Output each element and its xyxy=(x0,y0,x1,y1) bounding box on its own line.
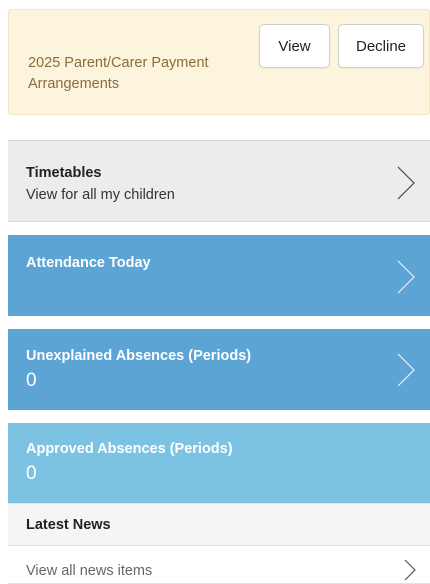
chevron-right-icon xyxy=(397,166,415,200)
decline-button[interactable]: Decline xyxy=(338,24,424,68)
latest-news-header: Latest News xyxy=(8,503,430,546)
approved-title: Approved Absences (Periods) xyxy=(26,441,233,457)
view-all-news-link[interactable]: View all news items xyxy=(8,546,430,584)
attendance-title: Attendance Today xyxy=(26,255,151,271)
chevron-right-icon xyxy=(397,353,415,387)
timetables-tile[interactable]: Timetables View for all my children xyxy=(8,140,430,222)
unexplained-title: Unexplained Absences (Periods) xyxy=(26,348,252,364)
approved-count: 0 xyxy=(26,463,37,484)
view-all-news-label: View all news items xyxy=(26,563,153,579)
timetables-title: Timetables xyxy=(26,165,102,181)
view-button[interactable]: View xyxy=(259,24,330,68)
unexplained-count: 0 xyxy=(26,370,37,391)
latest-news-title: Latest News xyxy=(26,517,111,533)
attendance-today-tile[interactable]: Attendance Today xyxy=(8,235,430,316)
notice-text: 2025 Parent/Carer Payment Arrangements xyxy=(28,55,209,92)
chevron-right-icon xyxy=(397,260,415,294)
timetables-subtitle: View for all my children xyxy=(26,187,175,203)
chevron-right-icon xyxy=(404,559,416,581)
payment-notice-banner: 2025 Parent/Carer Payment Arrangements V… xyxy=(8,9,430,115)
approved-absences-tile: Approved Absences (Periods) 0 xyxy=(8,423,430,503)
unexplained-absences-tile[interactable]: Unexplained Absences (Periods) 0 xyxy=(8,329,430,410)
